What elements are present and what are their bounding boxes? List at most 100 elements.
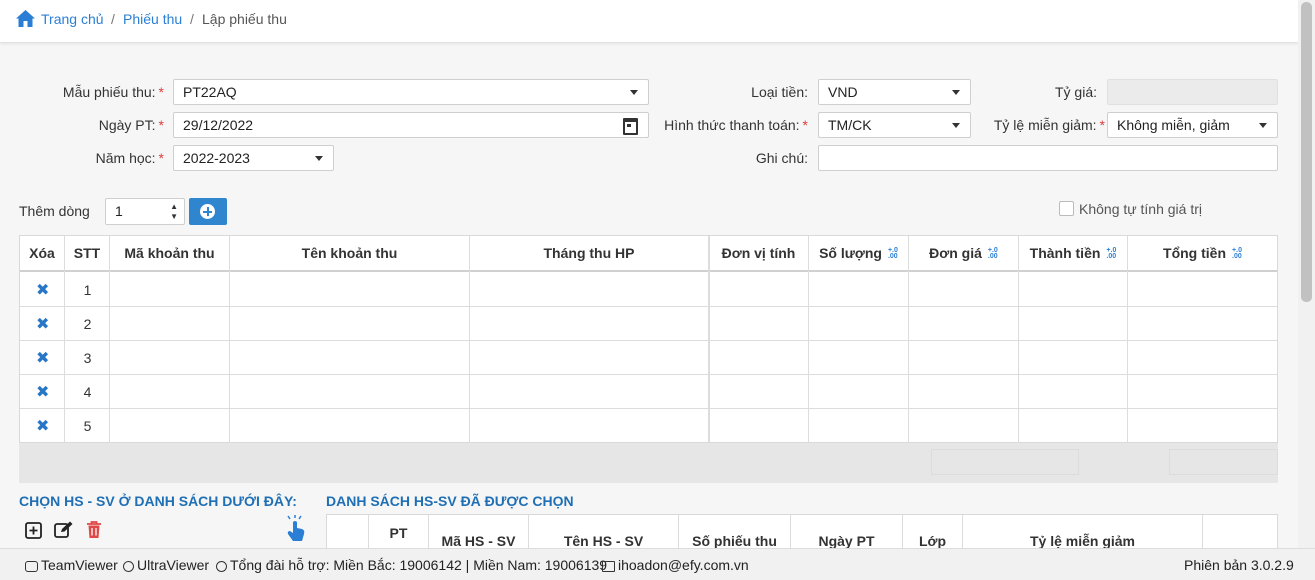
delete-x-icon[interactable]: ✖ <box>36 382 49 402</box>
teamviewer-icon <box>25 561 38 572</box>
teamviewer-link[interactable]: TeamViewer <box>25 557 118 573</box>
auto-calc-label: Không tự tính giá trị <box>1079 201 1202 217</box>
row-divider <box>20 306 1277 307</box>
ghi-chu-input[interactable] <box>818 145 1278 171</box>
col-divider <box>708 236 710 442</box>
table-totals-bar <box>19 443 1278 483</box>
dropdown-caret-icon <box>1259 123 1267 128</box>
spin-down-icon[interactable]: ▼ <box>170 213 178 221</box>
col-divider <box>64 236 65 442</box>
breadcrumb: Trang chủ / Phiếu thu / Lập phiếu thu <box>0 0 1298 43</box>
col-divider <box>1127 236 1128 442</box>
col-header-ma-hs-sv: Mã HS - SV <box>429 515 529 551</box>
col-header-so-luong: Số lượng +.0.00 <box>809 236 909 271</box>
number-format-icon[interactable]: +.0.00 <box>1106 247 1116 260</box>
col-divider <box>908 236 909 442</box>
number-format-icon[interactable]: +.0.00 <box>1232 247 1242 260</box>
trash-icon[interactable] <box>86 521 102 539</box>
them-dong-number-input[interactable]: 1 ▲ ▼ <box>105 198 185 225</box>
col-divider <box>229 236 230 442</box>
col-header-lop: Lớp <box>903 515 963 551</box>
col-header-thanh-tien: Thành tiền +.0.00 <box>1019 236 1128 271</box>
home-icon[interactable] <box>16 10 35 27</box>
add-circle-icon <box>200 204 215 219</box>
nam-hoc-label: Năm học: * <box>95 150 164 166</box>
hinh-thuc-thanh-toan-select[interactable]: TM/CK <box>818 112 971 138</box>
col-header-pt: PT <box>369 515 429 551</box>
row-divider <box>20 340 1277 341</box>
col-header-so-phieu-thu: Số phiếu thu <box>679 515 791 551</box>
row-divider <box>20 374 1277 375</box>
breadcrumb-separator: / <box>111 11 115 27</box>
nam-hoc-select[interactable]: 2022-2023 <box>173 145 334 171</box>
row-stt: 3 <box>83 350 92 366</box>
delete-x-icon[interactable]: ✖ <box>36 280 49 300</box>
row-stt: 1 <box>83 282 92 298</box>
breadcrumb-phieu-thu-link[interactable]: Phiếu thu <box>123 11 182 27</box>
header-divider <box>20 270 1277 272</box>
col-divider <box>1018 236 1019 442</box>
mail-icon <box>602 561 615 572</box>
hotline-text: Tổng đài hỗ trợ: Miền Bắc: 19006142 | Mi… <box>216 557 607 573</box>
col-header-ty-le-mien-giam: Tỷ lệ miễn giảm <box>963 515 1203 551</box>
khoan-thu-table: Xóa STT Mã khoản thu Tên khoản thu Tháng… <box>19 235 1278 443</box>
row-stt: 4 <box>83 384 92 400</box>
calendar-icon[interactable] <box>623 118 638 135</box>
choose-students-heading: CHỌN HS - SV Ở DANH SÁCH DƯỚI ĐÂY: <box>19 493 297 509</box>
page-scrollbar-thumb[interactable] <box>1301 2 1312 302</box>
ultraviewer-link[interactable]: UltraViewer <box>123 557 209 573</box>
row-stt: 5 <box>83 418 92 434</box>
breadcrumb-home-link[interactable]: Trang chủ <box>41 11 104 27</box>
delete-x-icon[interactable]: ✖ <box>36 348 49 368</box>
delete-x-icon[interactable]: ✖ <box>36 314 49 334</box>
col-header-thang-thu-hp: Tháng thu HP <box>470 236 709 271</box>
dropdown-caret-icon <box>630 90 638 95</box>
spin-up-icon[interactable]: ▲ <box>170 203 178 211</box>
support-email-link[interactable]: ihoadon@efy.com.vn <box>602 557 749 573</box>
breadcrumb-separator: / <box>190 11 194 27</box>
ultraviewer-icon <box>123 561 134 572</box>
loai-tien-label: Loại tiền: <box>751 84 808 100</box>
col-divider <box>109 236 110 442</box>
row-divider <box>20 408 1277 409</box>
number-format-icon[interactable]: +.0.00 <box>988 247 998 260</box>
number-format-icon[interactable]: +.0.00 <box>888 247 898 260</box>
ty-gia-label: Tỷ giá: <box>1054 84 1097 100</box>
loai-tien-select[interactable]: VND <box>818 79 971 105</box>
auto-calc-checkbox[interactable] <box>1059 201 1074 216</box>
col-header-ngay-pt: Ngày PT <box>791 515 903 551</box>
col-divider <box>808 236 809 442</box>
ghi-chu-label: Ghi chú: <box>755 150 808 166</box>
col-divider <box>469 236 470 442</box>
pointer-hand-icon <box>287 515 305 541</box>
mau-phieu-thu-label: Mẫu phiếu thu: * <box>62 84 164 100</box>
col-header-don-gia: Đơn giá +.0.00 <box>909 236 1019 271</box>
version-text: Phiên bản 3.0.2.9 <box>1184 557 1294 573</box>
col-header-ma-khoan-thu: Mã khoản thu <box>110 236 230 271</box>
dropdown-caret-icon <box>952 123 960 128</box>
status-bar: TeamViewer UltraViewer Tổng đài hỗ trợ: … <box>0 548 1315 580</box>
col-header-xoa: Xóa <box>20 236 65 271</box>
col-header-checkbox <box>327 515 369 551</box>
total-cell <box>1169 449 1278 475</box>
col-header-tong-tien: Tổng tiền +.0.00 <box>1163 245 1242 261</box>
ty-gia-input <box>1107 79 1278 105</box>
ty-le-mien-giam-select[interactable]: Không miễn, giảm <box>1107 112 1278 138</box>
phone-icon <box>216 561 227 572</box>
add-row-button[interactable] <box>189 198 227 225</box>
add-square-icon[interactable] <box>25 522 42 539</box>
dropdown-caret-icon <box>952 90 960 95</box>
edit-icon[interactable] <box>54 521 74 539</box>
them-dong-label: Thêm dòng <box>19 203 90 219</box>
delete-x-icon[interactable]: ✖ <box>36 416 49 436</box>
col-header-ten-khoan-thu: Tên khoản thu <box>230 236 470 271</box>
selected-students-table: PT Mã HS - SV Tên HS - SV Số phiếu thu N… <box>326 514 1278 551</box>
col-header-don-vi-tinh: Đơn vị tính <box>709 236 809 271</box>
ngay-pt-date-input[interactable]: 29/12/2022 <box>173 112 649 138</box>
ty-le-mien-giam-label: Tỷ lệ miễn giảm: * <box>993 117 1105 133</box>
mau-phieu-thu-select[interactable]: PT22AQ <box>173 79 649 105</box>
hinh-thuc-thanh-toan-label: Hình thức thanh toán: * <box>664 117 808 133</box>
dropdown-caret-icon <box>315 156 323 161</box>
col-header-extra <box>1203 515 1277 551</box>
total-cell <box>931 449 1079 475</box>
